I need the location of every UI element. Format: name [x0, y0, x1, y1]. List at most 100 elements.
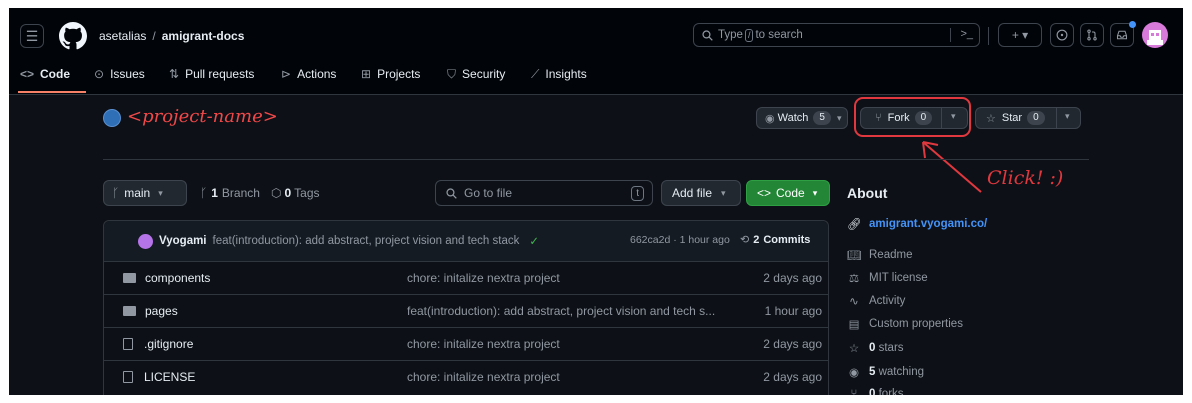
commits-link[interactable]: ⟲ 2 Commits [740, 233, 811, 247]
breadcrumb: asetalias / amigrant-docs [99, 27, 244, 45]
command-palette-icon[interactable]: >_ [960, 28, 973, 40]
book-icon: 📖︎ [847, 250, 862, 262]
tab-code[interactable]: <> Code [20, 64, 70, 84]
file-commit-message[interactable]: chore: initalize nextra project [407, 337, 560, 351]
star-label: Star [1001, 112, 1023, 124]
tags-link[interactable]: ⬡ 0 Tags [271, 186, 320, 200]
global-header: ☰ asetalias / amigrant-docs Type / to se… [9, 8, 1183, 95]
file-row[interactable]: pages feat(introduction): add abstract, … [103, 294, 829, 327]
branch-selector[interactable]: ᚴ main ▾ [103, 180, 187, 206]
menu-icon: ☰ [25, 27, 39, 44]
file-row[interactable]: components chore: initalize nextra proje… [103, 261, 829, 294]
tab-code-underline [18, 91, 86, 93]
play-icon: ⊳ [281, 67, 292, 81]
issues-button[interactable] [1050, 23, 1074, 47]
branches-link[interactable]: ᚴ 1 Branch [200, 186, 260, 200]
about-website-link[interactable]: 🔗︎ amigrant.vyogami.co/ [847, 217, 987, 231]
title-divider [103, 159, 1089, 160]
file-commit-message[interactable]: feat(introduction): add abstract, projec… [407, 304, 715, 318]
file-time: 1 hour ago [764, 304, 822, 318]
tab-issues[interactable]: ⊙ Issues [94, 64, 145, 84]
file-name[interactable]: LICENSE [144, 370, 195, 384]
file-time: 2 days ago [763, 271, 822, 285]
file-time: 2 days ago [763, 370, 822, 384]
tag-label: Tags [294, 186, 320, 200]
about-activity[interactable]: ∿ Activity [847, 294, 905, 308]
tab-projects[interactable]: ⊞ Projects [361, 64, 420, 84]
watch-count: 5 [813, 111, 831, 125]
pull-requests-button[interactable] [1080, 23, 1104, 47]
readme-label: Readme [869, 249, 913, 261]
breadcrumb-separator: / [152, 29, 156, 43]
commits-label: Commits [763, 233, 811, 246]
search-input[interactable]: Type / to search >_ [693, 23, 980, 47]
file-time: 2 days ago [763, 337, 822, 351]
user-avatar[interactable] [1142, 22, 1168, 48]
branch-count: 1 [211, 186, 218, 200]
file-name[interactable]: components [145, 271, 210, 285]
breadcrumb-owner[interactable]: asetalias [99, 29, 146, 43]
code-icon: <> [20, 67, 35, 81]
eye-icon: ◉ [848, 367, 860, 379]
chevron-down-icon[interactable]: ▾ [1065, 111, 1070, 122]
repo-forked-icon: ⑂ [850, 388, 858, 395]
commit-meta[interactable]: 662ca2d · 1 hour ago [630, 234, 730, 246]
about-custom-properties[interactable]: ▤ Custom properties [847, 317, 963, 331]
code-icon: <> [757, 186, 772, 200]
watch-button[interactable]: ◉ Watch 5 ▾ [756, 107, 848, 129]
commit-author-avatar[interactable] [138, 233, 153, 249]
tab-pull-requests[interactable]: ⇅ Pull requests [169, 64, 254, 84]
commit-message[interactable]: feat(introduction): add abstract, projec… [213, 235, 520, 247]
about-readme[interactable]: 📖︎ Readme [847, 248, 912, 262]
issue-opened-icon [1056, 29, 1068, 41]
tab-insights[interactable]: ⟋ Insights [531, 64, 587, 84]
file-commit-message[interactable]: chore: initalize nextra project [407, 271, 560, 285]
tab-actions[interactable]: ⊳ Actions [281, 64, 336, 84]
hamburger-menu-button[interactable]: ☰ [20, 24, 44, 48]
about-watching[interactable]: ◉ 5 watching [847, 365, 924, 379]
about-forks[interactable]: ⑂ 0 forks [847, 388, 904, 395]
forks-label: forks [878, 388, 904, 395]
website-url[interactable]: amigrant.vyogami.co/ [869, 218, 987, 230]
inbox-button[interactable] [1110, 21, 1136, 47]
about-stars[interactable]: ☆ 0 stars [847, 341, 904, 355]
code-dropdown-button[interactable]: <> Code ▾ [746, 180, 830, 206]
issue-opened-icon: ⊙ [94, 67, 105, 81]
tag-icon: ⬡ [271, 186, 282, 200]
go-to-file-input[interactable]: Go to file t [435, 180, 653, 206]
file-row[interactable]: .gitignore chore: initalize nextra proje… [103, 327, 829, 360]
tab-security[interactable]: ⛉ Security [447, 64, 505, 84]
github-logo-icon[interactable] [59, 22, 87, 50]
go-to-file-placeholder: Go to file [464, 186, 513, 200]
star-icon: ☆ [848, 343, 860, 355]
commit-author[interactable]: Vyogami [159, 235, 207, 247]
stars-count: 0 [869, 342, 876, 354]
file-commit-message[interactable]: chore: initalize nextra project [407, 370, 560, 384]
about-license[interactable]: ⚖ MIT license [847, 271, 928, 285]
search-placeholder-pre: Type [718, 29, 743, 41]
folder-icon [123, 273, 136, 283]
file-name[interactable]: .gitignore [144, 337, 193, 351]
graph-icon: ⟋ [531, 66, 540, 81]
code-button-label: Code [776, 186, 805, 200]
watch-label: Watch [777, 112, 809, 124]
search-icon [446, 187, 457, 199]
search-placeholder-post: to search [755, 29, 803, 41]
table-icon: ⊞ [361, 67, 372, 81]
create-new-button[interactable]: + ▾ [998, 23, 1042, 47]
notification-dot [1129, 21, 1136, 28]
note-icon: ▤ [848, 319, 860, 331]
custom-properties-label: Custom properties [869, 318, 963, 330]
file-name[interactable]: pages [145, 304, 178, 318]
breadcrumb-repo[interactable]: amigrant-docs [162, 29, 245, 43]
star-button[interactable]: ☆ Star 0 ▾ [975, 107, 1081, 129]
add-file-button[interactable]: Add file ▾ [661, 180, 741, 206]
file-icon [123, 371, 133, 383]
stars-label: stars [878, 342, 904, 354]
repo-title[interactable]: <project-name> [127, 106, 278, 127]
repo-avatar [103, 109, 121, 127]
file-row[interactable]: LICENSE chore: initalize nextra project … [103, 360, 829, 393]
pulse-icon: ∿ [849, 296, 859, 308]
star-divider [1056, 108, 1057, 128]
plus-icon: + ▾ [1011, 28, 1029, 42]
